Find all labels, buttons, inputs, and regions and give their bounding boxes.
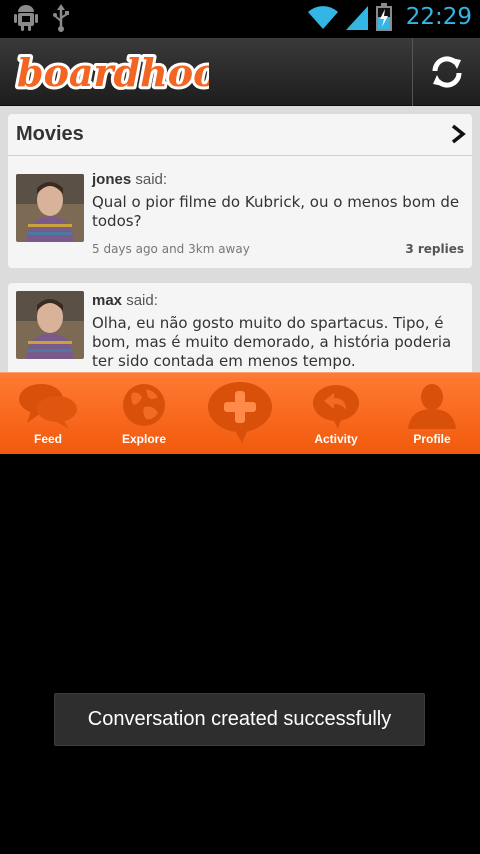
status-bar: 22:29	[0, 0, 480, 38]
post-author[interactable]: jones	[92, 171, 131, 188]
boardhood-logo[interactable]: boardhood boardhood	[14, 48, 209, 96]
person-icon	[408, 384, 456, 429]
bottom-tab-bar: Feed Explore Activity Profile	[0, 372, 480, 454]
signal-icon	[345, 6, 368, 30]
post-item[interactable]: jones said: Qual o pior filme do Kubrick…	[8, 156, 472, 266]
globe-icon	[123, 384, 165, 426]
post-author[interactable]: max	[92, 292, 122, 309]
said-label: said:	[126, 292, 158, 309]
refresh-button[interactable]	[412, 38, 480, 106]
android-debug-icon	[14, 5, 38, 31]
refresh-icon	[431, 56, 462, 88]
said-label: said:	[135, 171, 168, 188]
battery-charging-icon	[375, 3, 392, 31]
tab-label: Activity	[314, 432, 358, 446]
tab-activity[interactable]: Activity	[288, 373, 384, 455]
replies-count: 3 replies	[405, 242, 464, 256]
tab-label: Explore	[121, 432, 166, 446]
add-conversation-icon	[208, 382, 272, 443]
conversation-feed[interactable]: Movies jones said: Qual o pior filme do …	[0, 106, 480, 372]
chat-bubbles-icon	[19, 384, 77, 429]
post-message: Qual o pior filme do Kubrick, ou o menos…	[92, 193, 460, 230]
logo-text-fill: boardhood	[17, 50, 209, 95]
topic-card[interactable]: Movies jones said: Qual o pior filme do …	[8, 114, 472, 268]
toast-message: Conversation created successfully	[54, 693, 425, 746]
action-bar: boardhood boardhood	[0, 38, 480, 106]
avatar[interactable]	[16, 174, 84, 242]
reply-bubble-icon	[313, 385, 359, 429]
tab-profile[interactable]: Profile	[384, 373, 480, 455]
topic-header[interactable]: Movies	[8, 114, 472, 156]
post-meta: 5 days ago and 3km away	[92, 242, 250, 256]
post-item[interactable]: max said: Olha, eu não gosto muito do sp…	[8, 283, 472, 372]
usb-icon	[53, 4, 69, 32]
post-message: Olha, eu não gosto muito do spartacus. T…	[92, 314, 452, 370]
tab-explore[interactable]: Explore	[96, 373, 192, 455]
chevron-right-icon	[451, 124, 466, 144]
tab-new-conversation[interactable]	[192, 373, 288, 455]
clock: 22:29	[405, 4, 472, 30]
topic-title: Movies	[16, 123, 84, 145]
tab-label: Feed	[33, 432, 62, 446]
avatar[interactable]	[16, 291, 84, 359]
post-card[interactable]: max said: Olha, eu não gosto muito do sp…	[8, 283, 472, 372]
tab-label: Profile	[413, 432, 451, 446]
toast-text: Conversation created successfully	[87, 708, 392, 730]
wifi-icon	[307, 6, 338, 29]
tab-feed[interactable]: Feed	[0, 373, 96, 455]
